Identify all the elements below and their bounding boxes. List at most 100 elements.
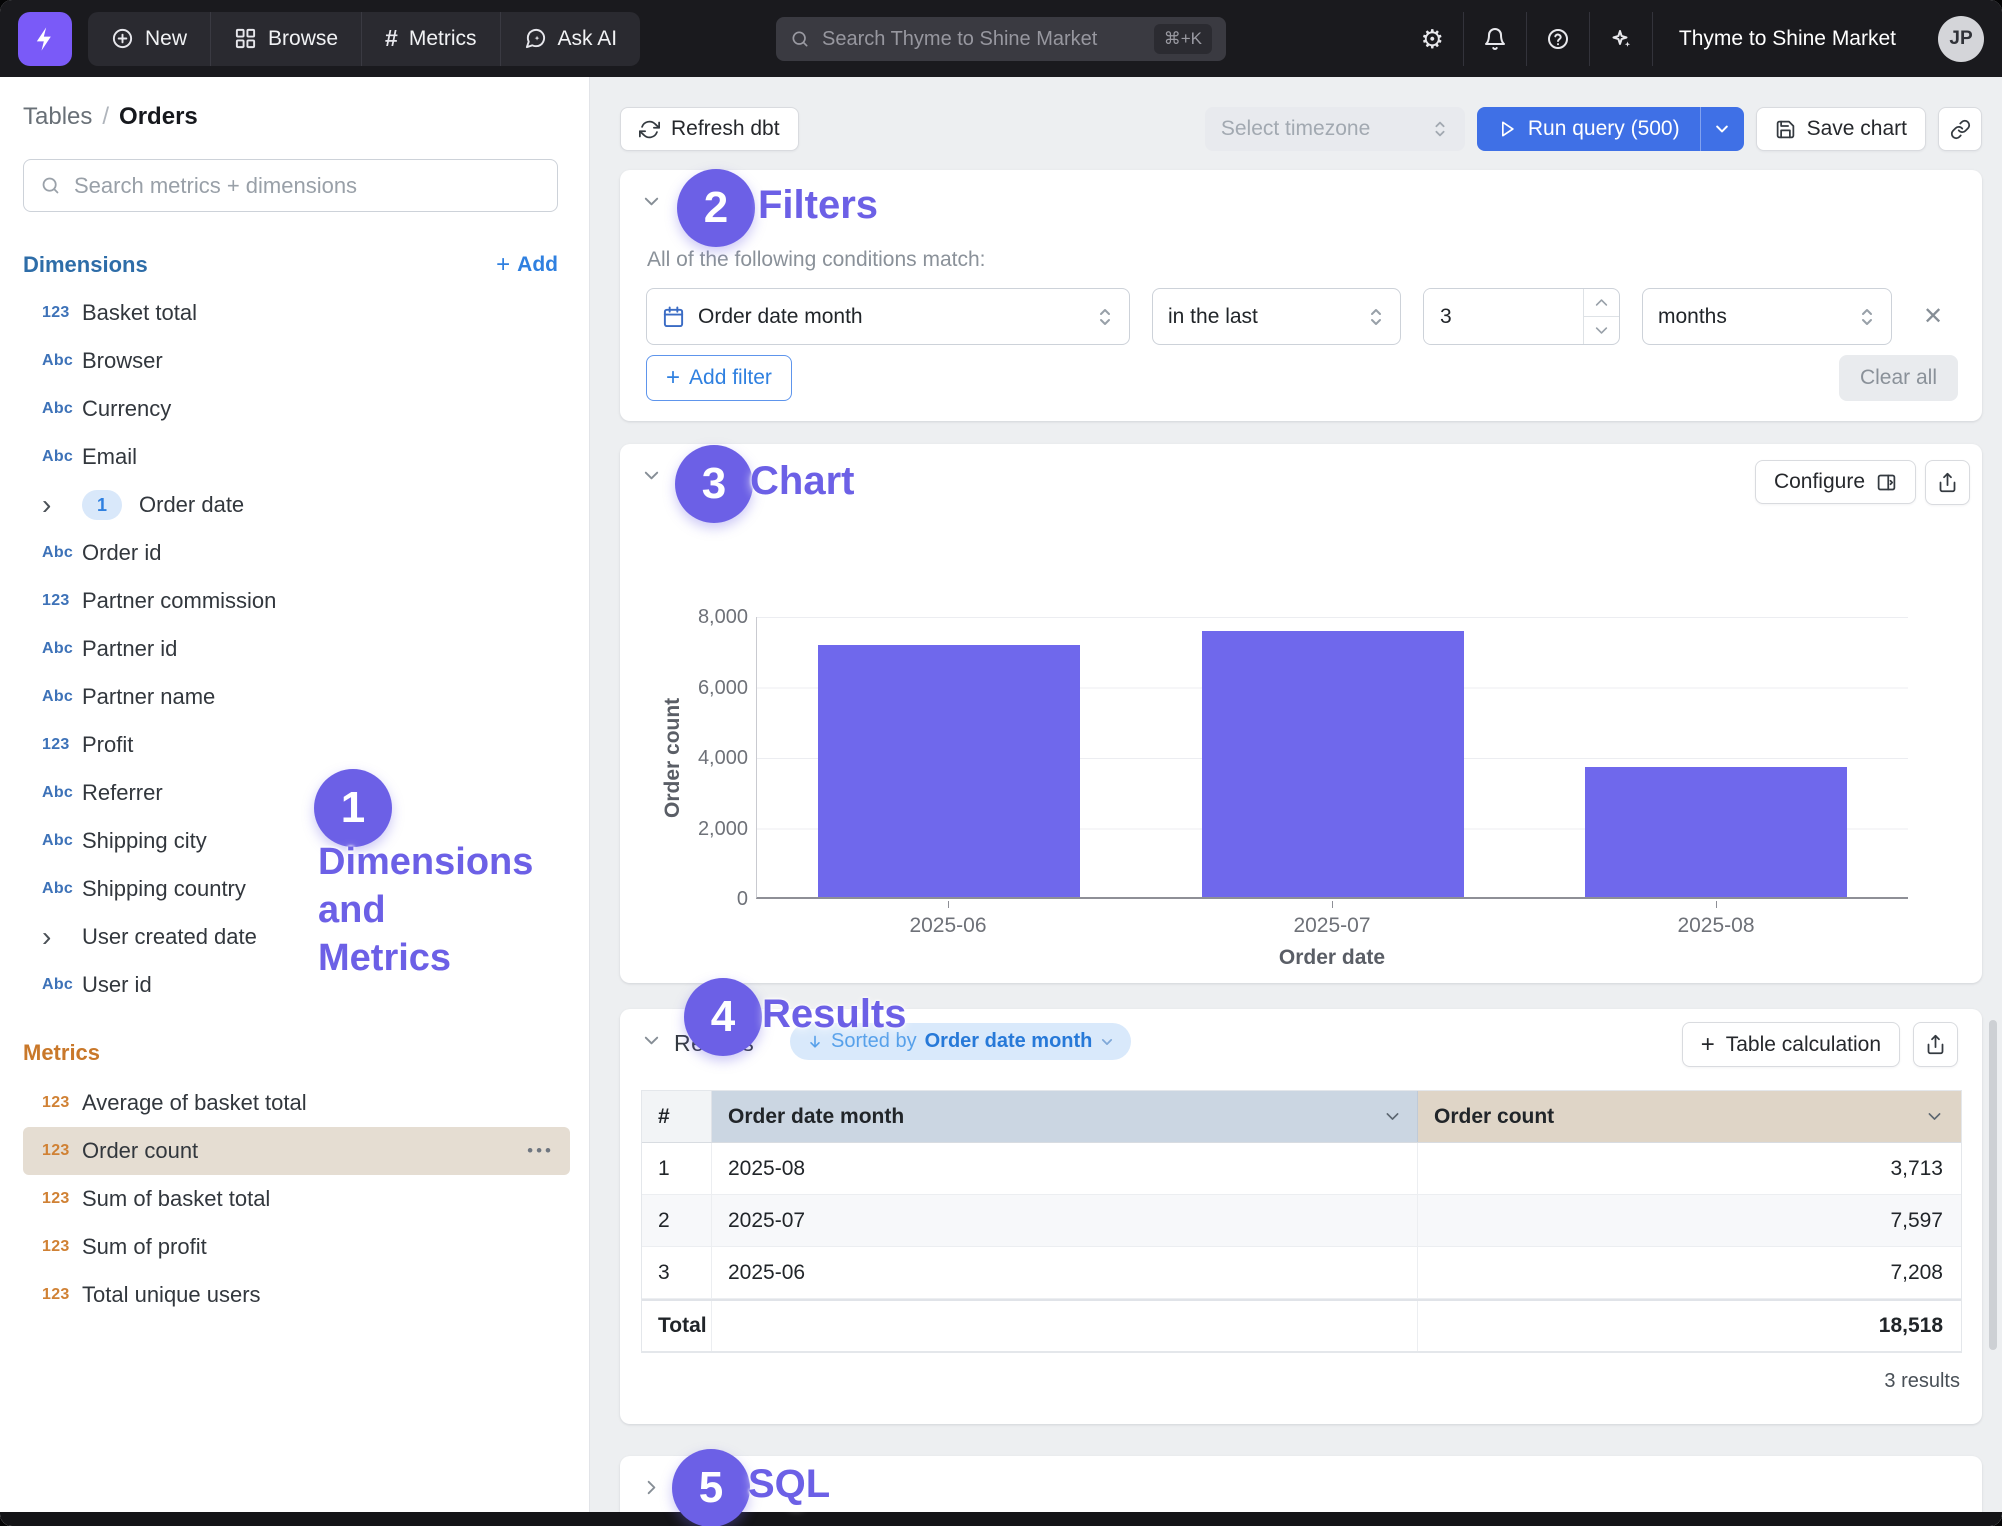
filter-operator-value: in the last <box>1168 305 1258 329</box>
filter-operator-select[interactable]: in the last <box>1152 288 1401 345</box>
dimension-item[interactable]: 123 Partner commission <box>23 577 570 625</box>
field-label: Sum of basket total <box>82 1186 270 1212</box>
metric-item[interactable]: 123 Sum of basket total <box>23 1175 570 1223</box>
fields-search[interactable] <box>23 159 558 212</box>
dimension-item[interactable]: Abc Order id <box>23 529 570 577</box>
remove-filter-button[interactable]: ✕ <box>1914 288 1952 345</box>
bar[interactable] <box>1585 767 1847 897</box>
share-link-button[interactable] <box>1938 107 1982 151</box>
run-query-label: Run query (500) <box>1528 117 1680 141</box>
chevron-down-icon[interactable] <box>1926 1108 1943 1125</box>
configure-button[interactable]: Configure <box>1755 460 1916 504</box>
metric-item[interactable]: 123 Sum of profit <box>23 1223 570 1271</box>
fields-search-input[interactable] <box>74 173 541 199</box>
scrollbar-thumb[interactable] <box>1989 1020 1997 1350</box>
filters-collapse-toggle[interactable] <box>642 192 661 211</box>
metric-item[interactable]: 123 Order count ••• <box>23 1127 570 1175</box>
spinner-down-button[interactable] <box>1584 317 1619 344</box>
global-search[interactable]: ⌘+K <box>776 17 1226 61</box>
results-collapse-toggle[interactable] <box>642 1031 661 1050</box>
save-icon <box>1775 119 1796 140</box>
user-avatar[interactable]: JP <box>1938 16 1984 62</box>
dimension-item[interactable]: Abc Partner id <box>23 625 570 673</box>
settings-button[interactable]: ⚙ <box>1402 12 1463 66</box>
plus-icon: + <box>666 364 680 392</box>
share-icon <box>1937 472 1958 493</box>
browse-button[interactable]: Browse <box>210 12 361 66</box>
global-search-input[interactable] <box>822 28 1142 51</box>
app-logo[interactable] <box>18 12 72 66</box>
dimension-item[interactable]: Abc Shipping country <box>23 865 570 913</box>
dimension-item[interactable]: 123 Profit <box>23 721 570 769</box>
bar[interactable] <box>1202 631 1464 897</box>
filter-unit-select[interactable]: months <box>1642 288 1892 345</box>
column-header-dimension[interactable]: Order date month <box>712 1091 1418 1142</box>
chart-export-button[interactable] <box>1925 460 1970 505</box>
dimension-item[interactable]: › User created date <box>23 913 570 961</box>
table-row[interactable]: 2 2025-07 7,597 <box>642 1195 1961 1247</box>
chevron-down-icon[interactable] <box>1384 1108 1401 1125</box>
column-header-metric[interactable]: Order count <box>1418 1091 1961 1142</box>
notifications-button[interactable] <box>1463 12 1526 66</box>
add-label: Add <box>517 253 558 277</box>
chart-collapse-toggle[interactable] <box>642 466 661 485</box>
dimension-item[interactable]: Abc Currency <box>23 385 570 433</box>
add-filter-button[interactable]: + Add filter <box>646 355 792 401</box>
breadcrumb-root[interactable]: Tables <box>23 103 92 130</box>
field-label: Partner commission <box>82 588 276 614</box>
shortcut-badge: ⌘+K <box>1154 24 1212 54</box>
metrics-button[interactable]: # Metrics <box>361 12 499 66</box>
app-window: New Browse # Metrics Ask AI ⌘+K ⚙ <box>0 0 2002 1526</box>
table-calculation-button[interactable]: + Table calculation <box>1682 1022 1900 1067</box>
dimension-item[interactable]: Abc User id <box>23 961 570 1009</box>
metric-item[interactable]: 123 Total unique users <box>23 1271 570 1319</box>
bottom-window-edge <box>0 1512 2002 1526</box>
x-tick-labels: 2025-062025-072025-08 <box>756 901 1908 938</box>
dimension-item[interactable]: 123 Basket total <box>23 289 570 337</box>
dimension-item[interactable]: Abc Shipping city <box>23 817 570 865</box>
search-icon <box>40 175 61 196</box>
bar-slot <box>1141 617 1525 897</box>
dimension-item[interactable]: Abc Browser <box>23 337 570 385</box>
save-chart-button[interactable]: Save chart <box>1756 107 1926 151</box>
dimension-item[interactable]: Abc Email <box>23 433 570 481</box>
item-menu-icon[interactable]: ••• <box>527 1141 570 1161</box>
dimension-item[interactable]: Abc Referrer <box>23 769 570 817</box>
bar[interactable] <box>818 645 1080 897</box>
field-type-icon: 123 <box>42 1094 82 1112</box>
filter-field-select[interactable]: Order date month <box>646 288 1130 345</box>
metric-item[interactable]: 123 Average of basket total <box>23 1079 570 1127</box>
filter-rule-row: Order date month in the last months <box>646 288 1952 345</box>
clear-all-button[interactable]: Clear all <box>1839 355 1958 401</box>
workspace-menu[interactable]: Thyme to Shine Market <box>1652 12 1922 66</box>
run-query-button[interactable]: Run query (500) <box>1477 107 1744 151</box>
chat-star-icon <box>524 27 547 50</box>
gear-icon: ⚙ <box>1421 26 1444 52</box>
run-query-dropdown[interactable] <box>1700 107 1744 151</box>
add-dimension-button[interactable]: +Add <box>496 251 558 279</box>
refresh-dbt-button[interactable]: Refresh dbt <box>620 107 799 151</box>
help-button[interactable] <box>1526 12 1589 66</box>
field-type-icon: › <box>42 485 82 525</box>
spinner-up-button[interactable] <box>1584 289 1619 317</box>
timezone-select[interactable]: Select timezone <box>1205 107 1465 151</box>
ask-ai-button[interactable]: Ask AI <box>500 12 641 66</box>
column-header-index[interactable]: # <box>642 1091 712 1142</box>
dimension-item[interactable]: › 1 Order date <box>23 481 570 529</box>
field-label: Total unique users <box>82 1282 261 1308</box>
run-query-main[interactable]: Run query (500) <box>1477 107 1700 151</box>
refresh-icon <box>639 119 660 140</box>
dimension-item[interactable]: Abc Partner name <box>23 673 570 721</box>
field-label: User id <box>82 972 152 998</box>
sorted-by-pill[interactable]: Sorted by Order date month <box>790 1023 1131 1060</box>
table-row[interactable]: 3 2025-06 7,208 <box>642 1247 1961 1299</box>
arrow-down-icon <box>807 1034 823 1050</box>
filter-value-input[interactable] <box>1424 289 1583 344</box>
chevron-down-icon <box>642 466 661 485</box>
new-button[interactable]: New <box>88 12 210 66</box>
metrics-label: Metrics <box>409 27 477 51</box>
ai-assistant-button[interactable] <box>1589 12 1652 66</box>
results-export-button[interactable] <box>1913 1022 1958 1067</box>
table-row[interactable]: 1 2025-08 3,713 <box>642 1143 1961 1195</box>
sql-collapse-toggle[interactable] <box>642 1478 661 1497</box>
